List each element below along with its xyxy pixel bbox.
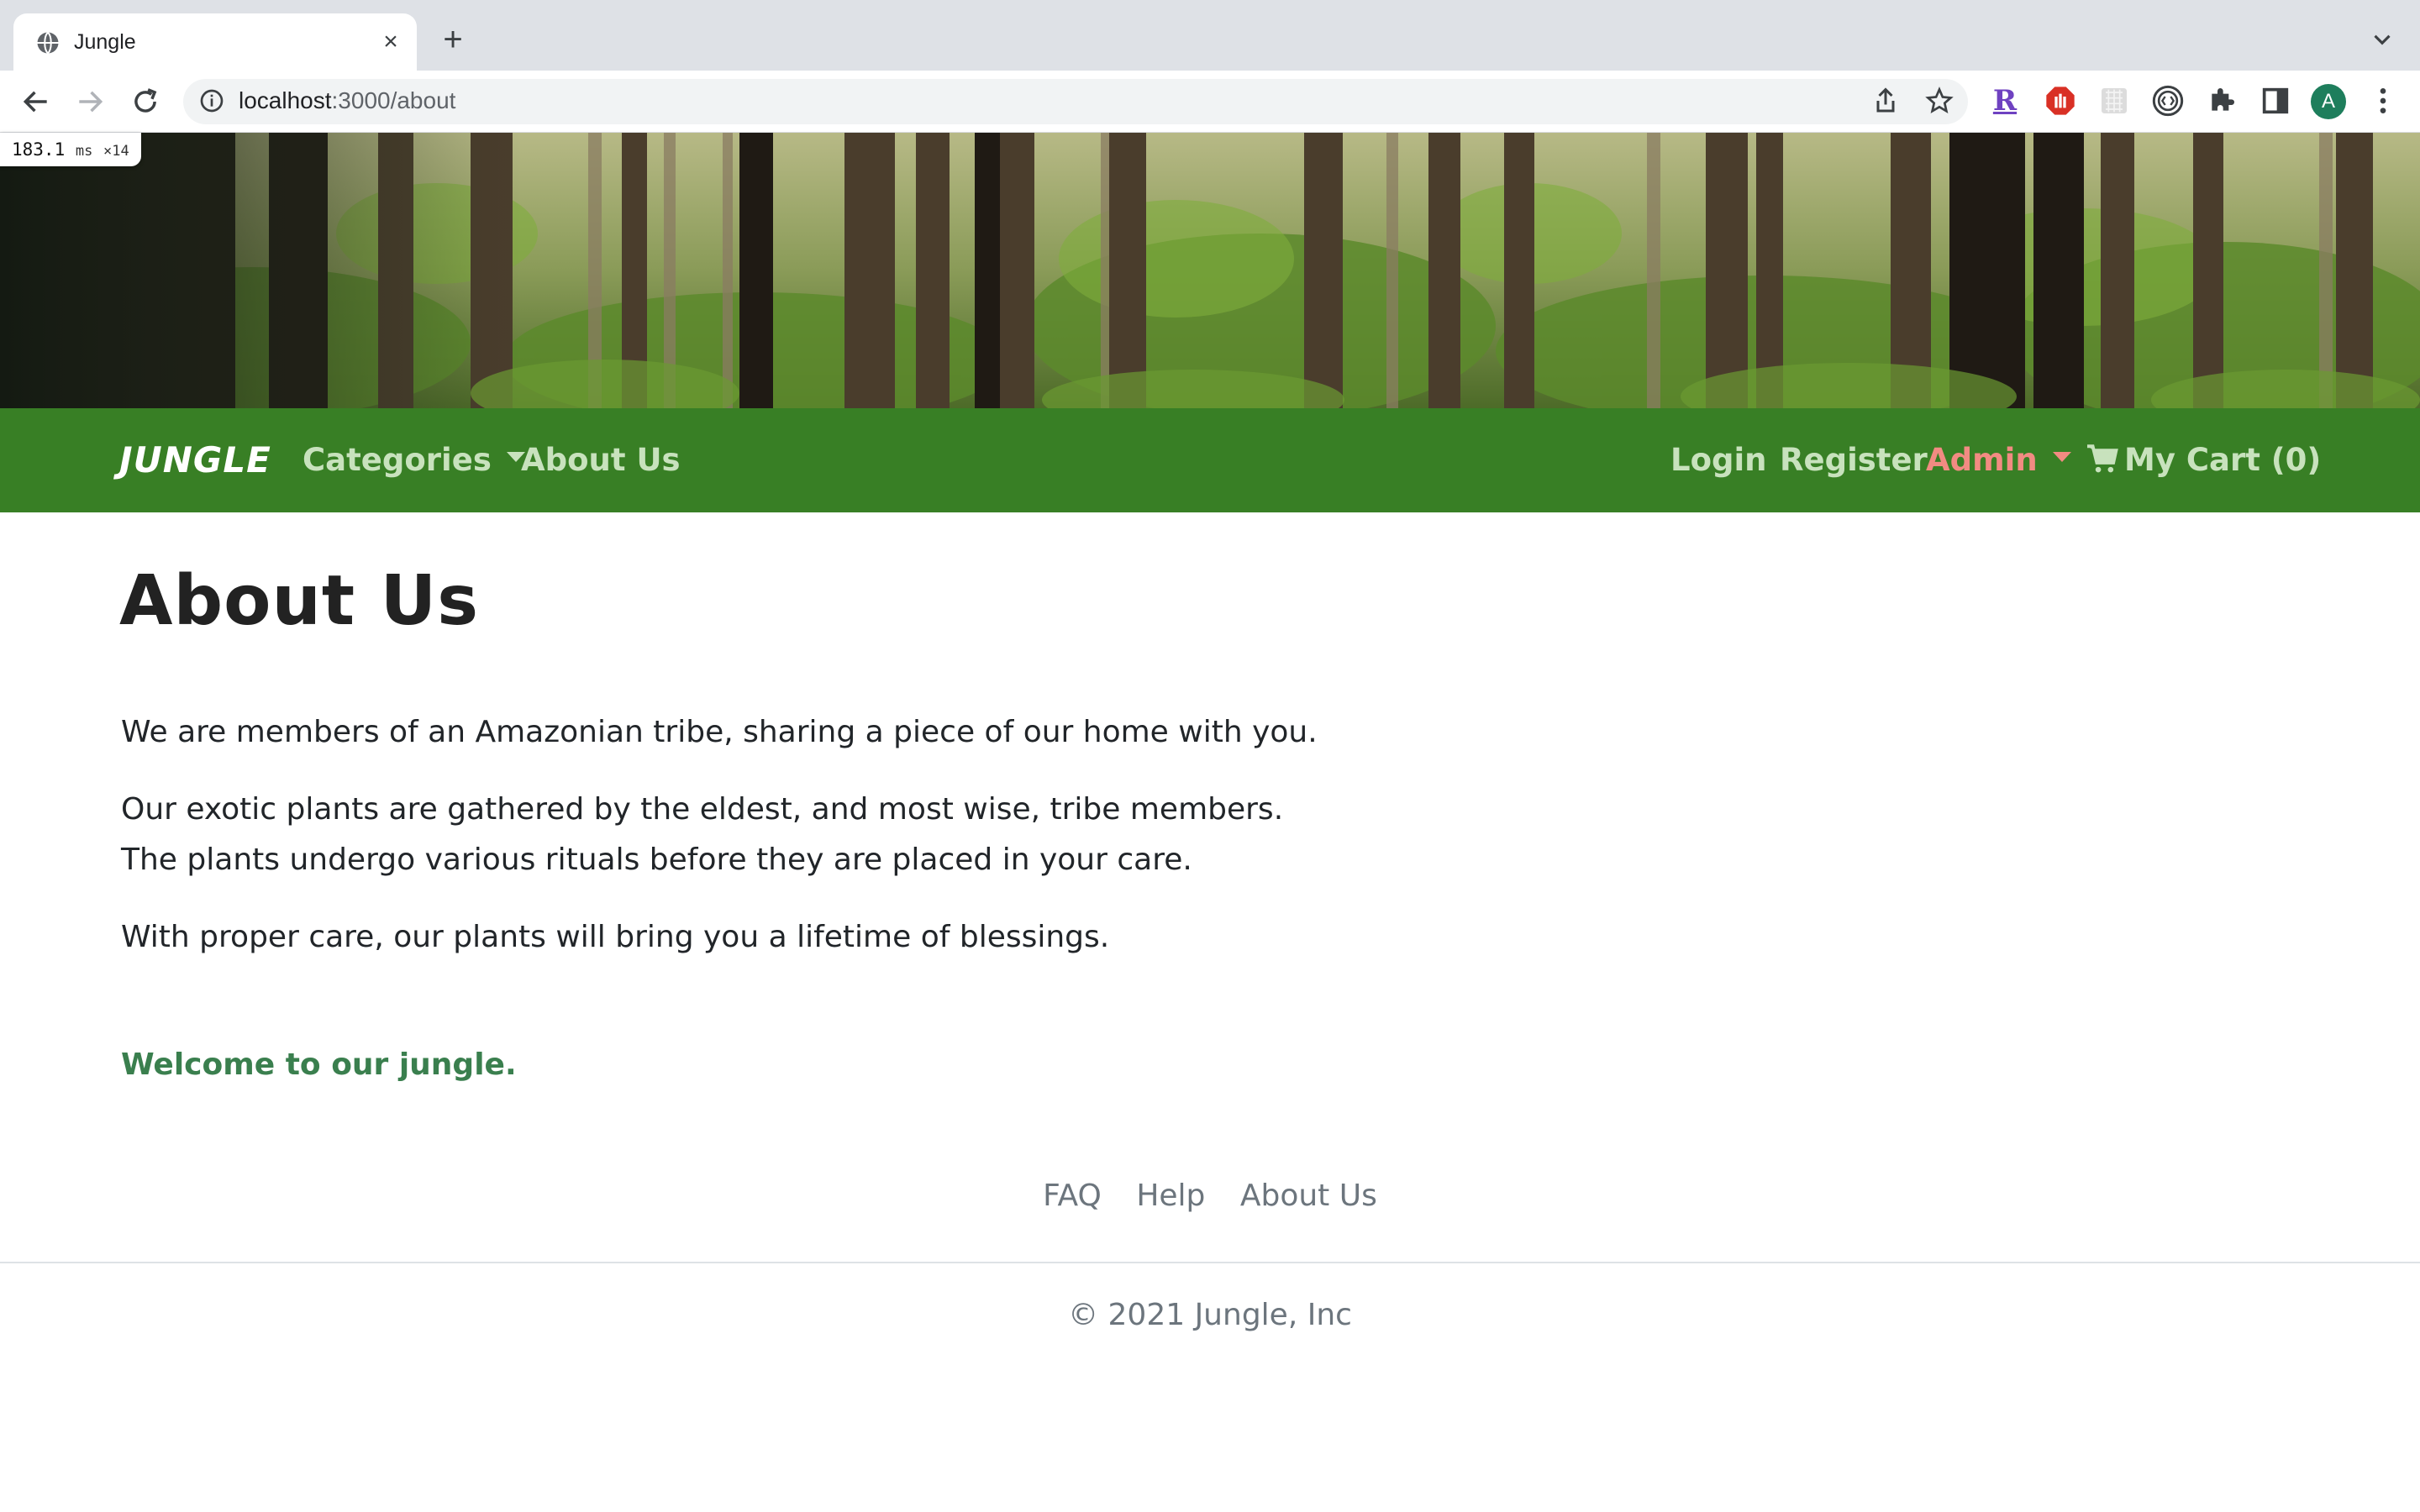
tab-title: Jungle <box>74 30 136 54</box>
tab-close-icon[interactable]: × <box>376 28 405 56</box>
about-paragraph-1: We are members of an Amazonian tribe, sh… <box>121 715 1318 749</box>
new-tab-button[interactable]: + <box>437 23 469 56</box>
categories-label: Categories <box>302 442 492 478</box>
welcome-message: Welcome to our jungle. <box>121 1047 517 1082</box>
forward-arrow-icon[interactable] <box>74 86 106 118</box>
extensions-puzzle-icon[interactable] <box>2205 84 2238 118</box>
categories-dropdown[interactable]: Categories <box>302 438 525 482</box>
kebab-menu-icon[interactable] <box>2366 84 2400 118</box>
footer-about-link[interactable]: About Us <box>1240 1179 1377 1213</box>
footer-faq-link[interactable]: FAQ <box>1043 1179 1102 1213</box>
brand-logo[interactable]: JUNGLE <box>119 438 271 482</box>
url-text[interactable]: localhost:3000/about <box>239 84 455 118</box>
about-paragraph-2-line-1: Our exotic plants are gathered by the el… <box>121 792 1284 827</box>
forest-illustration <box>0 133 2420 408</box>
render-timing-badge: 183.1 ms ×14 <box>0 133 141 166</box>
footer-divider <box>0 1262 2420 1263</box>
shopping-cart-icon <box>2087 444 2118 472</box>
adblock-extension-icon[interactable] <box>2044 84 2077 118</box>
about-paragraph-3: With proper care, our plants will bring … <box>121 920 1110 954</box>
footer-links: FAQ Help About Us <box>0 1171 2420 1221</box>
site-info-icon[interactable] <box>198 87 225 114</box>
footer-help-link[interactable]: Help <box>1136 1179 1205 1213</box>
timing-value: 183.1 <box>12 139 66 160</box>
browser-tab[interactable]: Jungle × <box>13 13 417 71</box>
share-icon[interactable] <box>1870 86 1901 116</box>
back-arrow-icon[interactable] <box>20 86 52 118</box>
devtools-extension-icon[interactable] <box>2151 84 2185 118</box>
bookmark-star-icon[interactable] <box>1924 86 1954 116</box>
url-host: localhost <box>239 87 332 113</box>
nav-login-link[interactable]: Login <box>1670 438 1767 482</box>
page-title: About Us <box>119 561 480 641</box>
grid-extension-icon[interactable] <box>2097 84 2131 118</box>
my-cart-link[interactable]: My Cart (0) <box>2086 438 2321 482</box>
side-panel-icon[interactable] <box>2259 84 2292 118</box>
reload-icon[interactable] <box>129 86 161 118</box>
about-paragraph-2-line-2: The plants undergo various rituals befor… <box>121 843 1192 877</box>
caret-down-icon <box>2052 451 2071 462</box>
timing-unit: ms <box>75 143 93 160</box>
timing-count: ×14 <box>103 143 129 160</box>
nav-register-link[interactable]: Register <box>1780 438 1928 482</box>
globe-icon <box>37 31 59 55</box>
profile-avatar[interactable]: A <box>2311 84 2346 119</box>
url-path: :3000/about <box>331 87 456 113</box>
site-navbar: JUNGLE Categories About Us Login Registe… <box>0 408 2420 512</box>
admin-dropdown[interactable]: Admin <box>1926 438 2071 482</box>
cart-label: My Cart (0) <box>2124 442 2322 478</box>
hero-forest-image <box>0 133 2420 408</box>
tab-search-chevron-icon[interactable] <box>2368 25 2396 54</box>
browser-tab-strip: Jungle × + <box>0 0 2420 71</box>
nav-about-link[interactable]: About Us <box>521 438 681 482</box>
copyright-text: © 2021 Jungle, Inc <box>1068 1298 1352 1332</box>
admin-label: Admin <box>1926 442 2038 478</box>
extension-r-icon[interactable]: R <box>1988 84 2022 118</box>
